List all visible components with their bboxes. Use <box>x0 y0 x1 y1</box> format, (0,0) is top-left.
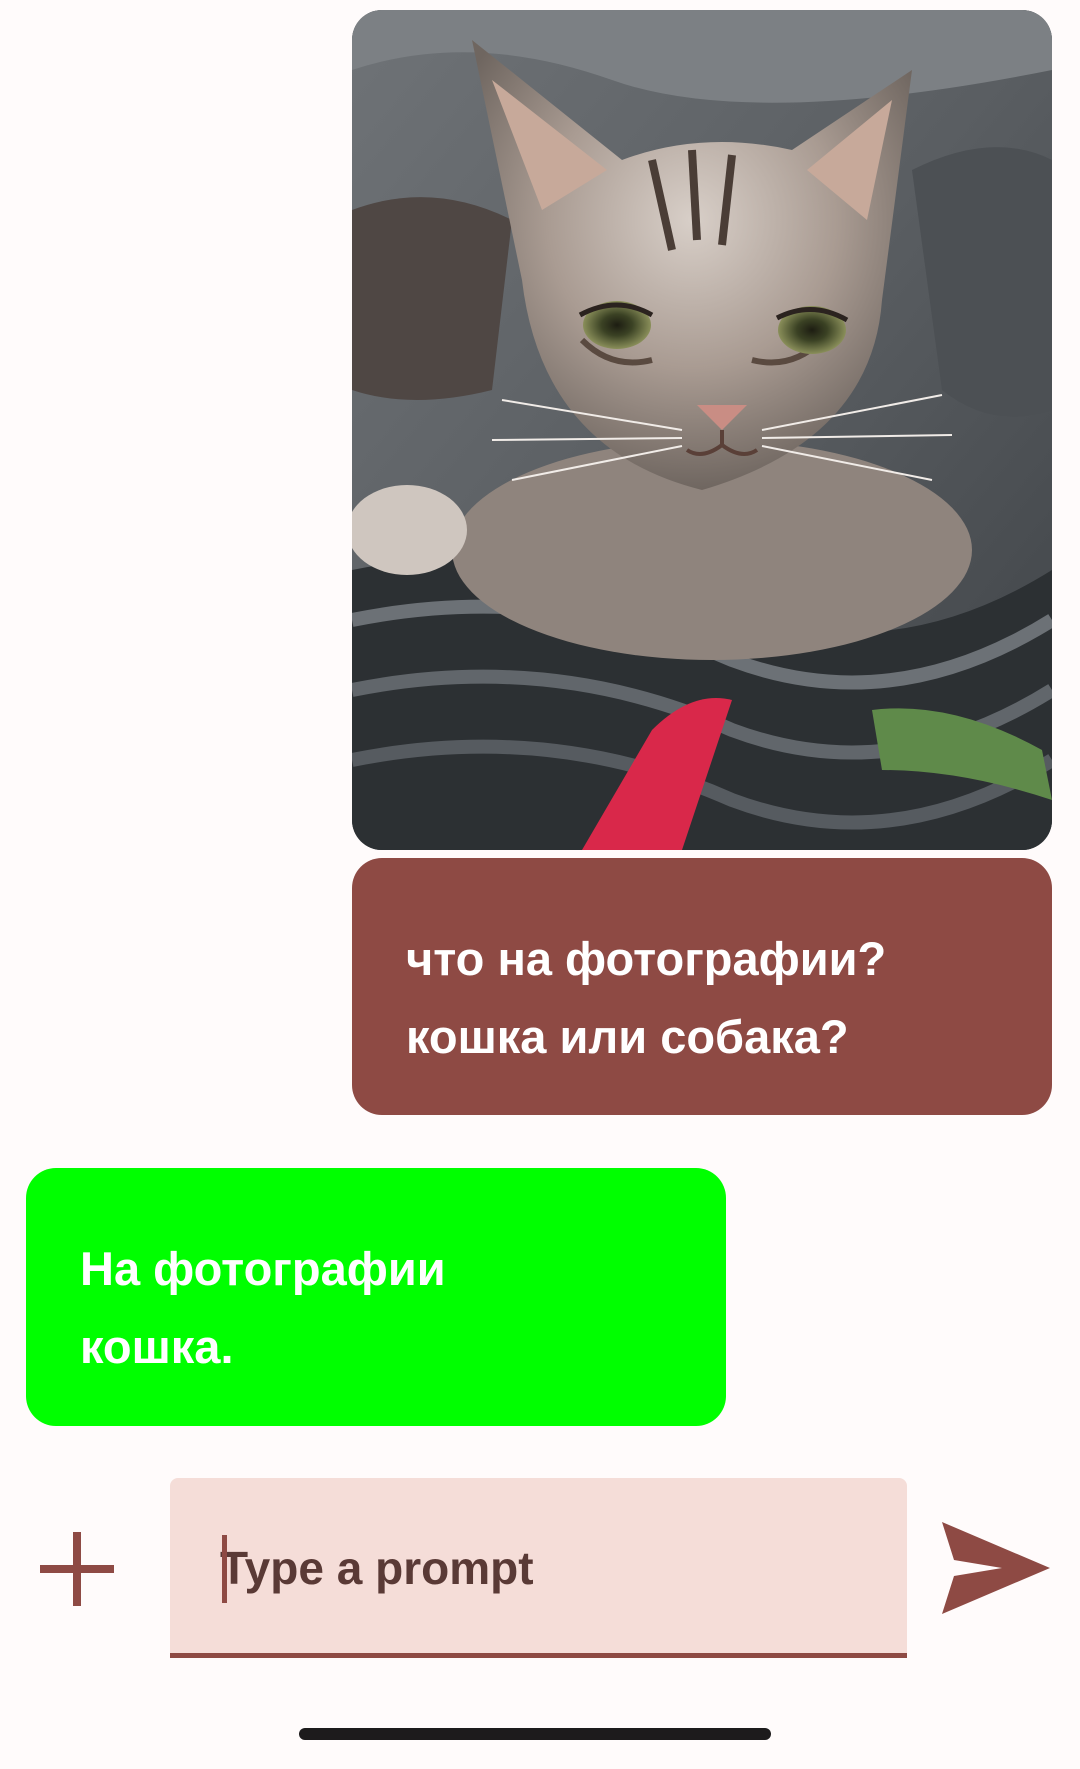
sent-photo[interactable] <box>352 10 1052 850</box>
home-indicator[interactable] <box>299 1728 771 1740</box>
add-attachment-button[interactable] <box>38 1530 116 1608</box>
prompt-field[interactable] <box>170 1478 907 1658</box>
cat-photo-image <box>352 10 1052 850</box>
send-button[interactable] <box>940 1520 1052 1616</box>
text-cursor <box>222 1535 227 1603</box>
prompt-input[interactable] <box>220 1528 860 1608</box>
assistant-message-bubble: На фотографии кошка. <box>26 1168 726 1426</box>
send-icon <box>942 1522 1050 1614</box>
user-message-bubble: что на фотографии? кошка или собака? <box>352 858 1052 1115</box>
plus-icon <box>40 1532 114 1606</box>
